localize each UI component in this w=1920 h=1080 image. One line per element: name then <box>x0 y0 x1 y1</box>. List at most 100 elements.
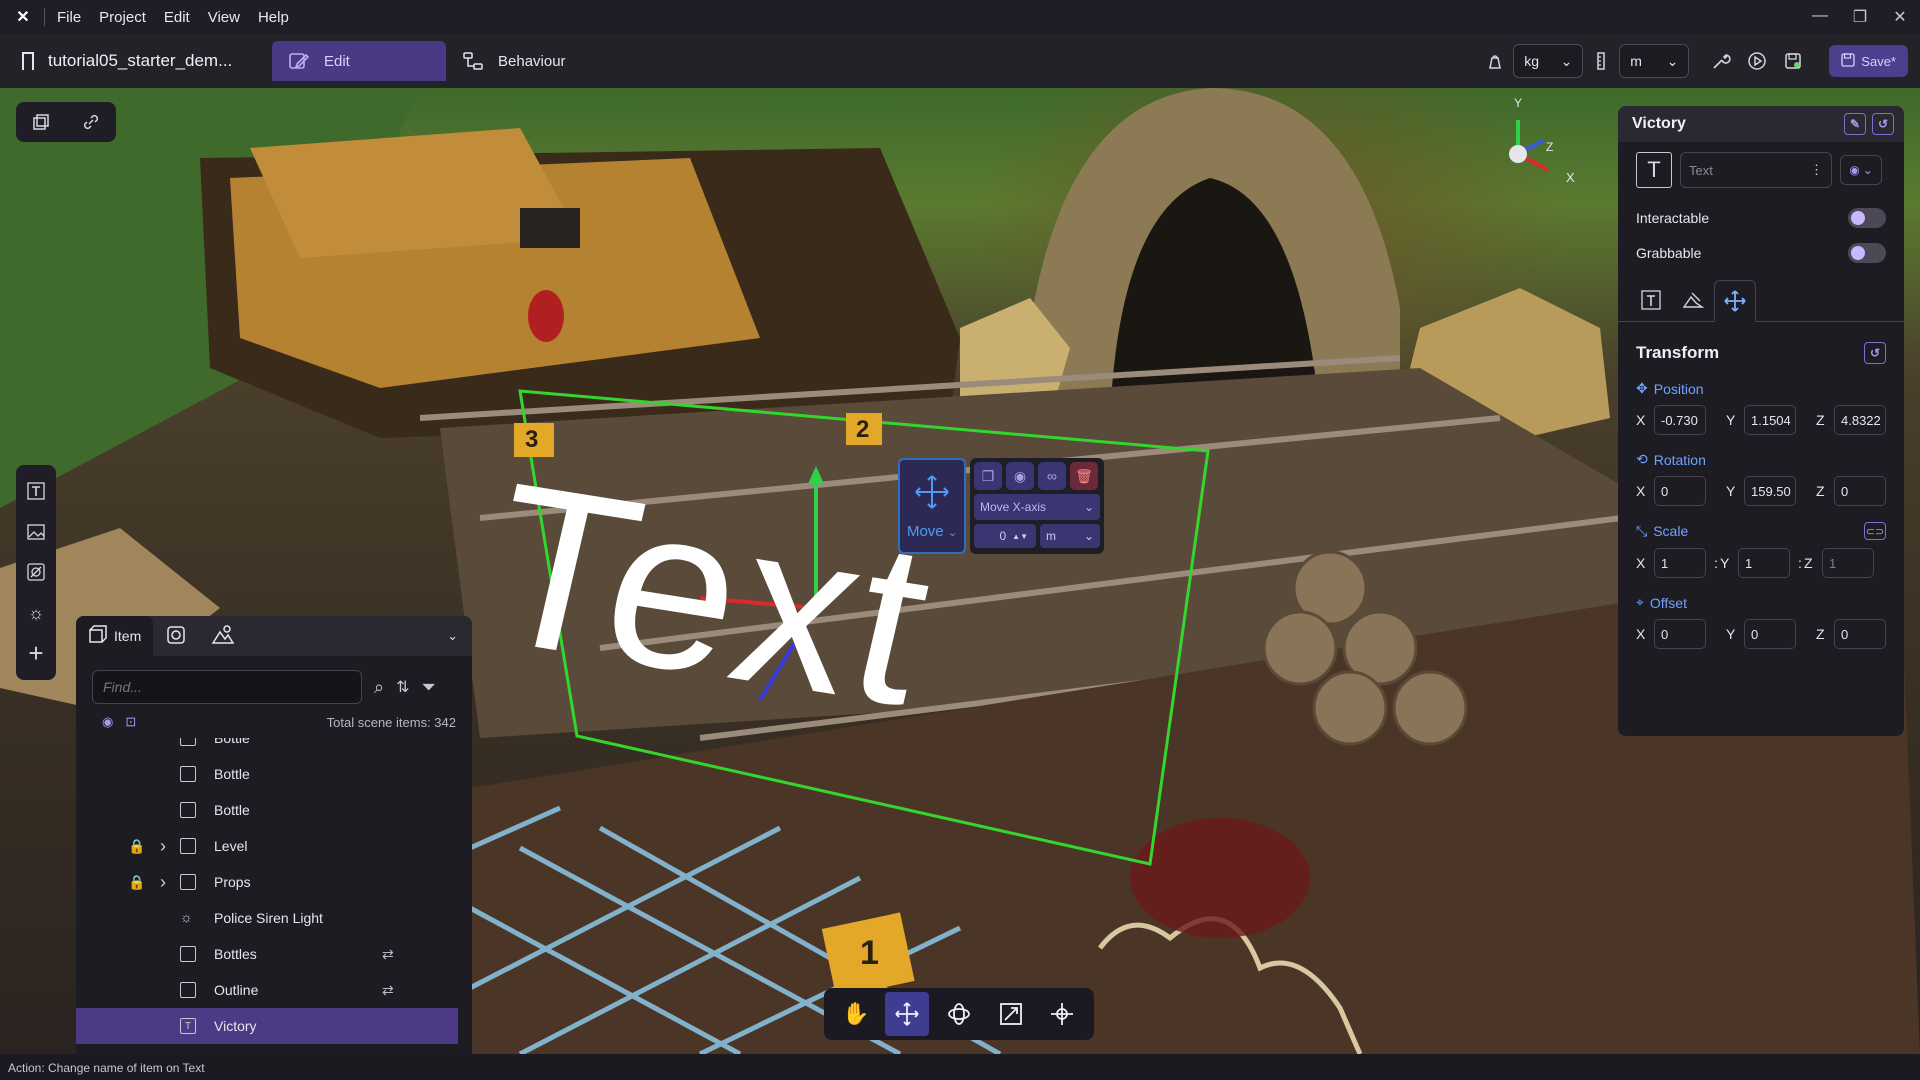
gizmo-x-label[interactable]: X <box>1566 170 1575 185</box>
tab-item[interactable]: Item <box>76 616 154 656</box>
position-y-input[interactable]: 1.1504 <box>1744 405 1796 435</box>
move-unit-select[interactable]: m ⌄ <box>1040 524 1100 548</box>
lock-icon[interactable]: 🔒 <box>128 838 145 855</box>
rotate-tool-icon[interactable] <box>937 992 981 1036</box>
tab-physics[interactable] <box>153 616 199 656</box>
search-icon[interactable]: ⌕ <box>374 677 384 698</box>
evidence-marker-1[interactable]: 1 <box>860 934 879 973</box>
rotation-z-input[interactable]: 0 <box>1834 476 1886 506</box>
delete-icon[interactable]: 🗑 <box>1070 462 1098 490</box>
tab-behaviour[interactable]: Behaviour <box>446 41 582 81</box>
tab-text-properties[interactable] <box>1630 279 1672 321</box>
save-export-icon[interactable] <box>1775 44 1811 78</box>
tree-row[interactable]: ☼ Police Siren Light <box>76 900 458 936</box>
chevron-right-icon[interactable]: › <box>160 836 166 857</box>
tab-appearance[interactable] <box>1672 279 1714 321</box>
wrench-icon[interactable] <box>1703 44 1739 78</box>
duplicate-icon[interactable] <box>29 110 53 134</box>
offset-x-input[interactable]: 0 <box>1654 619 1706 649</box>
collapse-panel-icon[interactable]: ⌄ <box>447 628 458 644</box>
add-icon[interactable]: + <box>24 638 48 668</box>
tab-environment[interactable] <box>199 616 247 656</box>
move-axis-select[interactable]: Move X-axis ⌄ <box>974 494 1100 520</box>
evidence-marker-3[interactable]: 3 <box>525 426 538 454</box>
visibility-dropdown[interactable]: ◉ ⌄ <box>1840 155 1882 185</box>
behaviour-icon[interactable]: ⇄ <box>382 946 394 963</box>
rename-icon[interactable]: ✎ <box>1844 113 1866 135</box>
move-step-stepper[interactable]: 0 ▲▼ <box>974 524 1036 548</box>
chevron-right-icon[interactable]: › <box>160 872 166 893</box>
tab-transform[interactable] <box>1714 280 1756 322</box>
restore-button[interactable]: ❐ <box>1840 7 1880 27</box>
menu-help[interactable]: Help <box>258 9 289 26</box>
tree-row[interactable]: Bottles ⇄ <box>76 936 458 972</box>
tree-row[interactable]: Bottle <box>76 792 458 828</box>
transform-tool-icon[interactable] <box>1040 992 1084 1036</box>
more-vertical-icon[interactable]: ⋮ <box>1810 162 1823 178</box>
tab-edit[interactable]: Edit <box>272 41 446 81</box>
position-z-input[interactable]: 4.8322 <box>1834 405 1886 435</box>
image-tool-icon[interactable] <box>24 520 48 544</box>
length-unit-select[interactable]: m ⌄ <box>1619 44 1690 78</box>
menu-view[interactable]: View <box>208 9 240 26</box>
offset-y-input[interactable]: 0 <box>1744 619 1796 649</box>
sort-icon[interactable]: ⇅ <box>396 677 409 697</box>
search-input[interactable] <box>92 670 362 704</box>
scale-y-input[interactable]: 1 <box>1738 548 1790 578</box>
menu-edit[interactable]: Edit <box>164 9 190 26</box>
box-item-icon <box>180 982 196 998</box>
rotation-y-input[interactable]: 159.50 <box>1744 476 1796 506</box>
menu-project[interactable]: Project <box>99 9 146 26</box>
filter-icon[interactable]: ⏷ <box>422 677 436 698</box>
rotation-fields: X0 Y 159.50 Z0 <box>1618 468 1904 506</box>
evidence-marker-2[interactable]: 2 <box>856 416 869 444</box>
link-scale-icon[interactable]: ⊂⊃ <box>1864 522 1886 540</box>
chevron-down-icon: ⌄ <box>1083 529 1094 543</box>
light-tool-icon[interactable]: ☼ <box>24 601 48 625</box>
play-icon[interactable] <box>1739 44 1775 78</box>
position-x-input[interactable]: -0.730 <box>1654 405 1706 435</box>
close-button[interactable]: ✕ <box>1880 7 1920 27</box>
offset-z-input[interactable]: 0 <box>1834 619 1886 649</box>
move-mode-button[interactable]: Move ⌄ <box>898 458 966 554</box>
pan-hand-icon[interactable]: ✋ <box>834 992 878 1036</box>
mass-unit-select[interactable]: kg ⌄ <box>1513 44 1584 78</box>
tree-row[interactable]: Bottle <box>76 738 458 756</box>
status-text: Action: Change name of item on Text <box>8 1061 205 1075</box>
lock-filter-icon[interactable]: ⊡ <box>125 714 136 730</box>
interactable-toggle[interactable] <box>1848 207 1886 228</box>
gizmo-z-label[interactable]: Z <box>1546 140 1553 154</box>
scale-x-input[interactable]: 1 <box>1654 548 1706 578</box>
move-tool-icon[interactable] <box>885 992 930 1036</box>
tree-row[interactable]: Outline ⇄ <box>76 972 458 1008</box>
item-type-field[interactable]: Text ⋮ <box>1680 152 1832 188</box>
link-icon[interactable]: ∞ <box>1038 462 1066 490</box>
rotation-x-input[interactable]: 0 <box>1654 476 1706 506</box>
scale-tool-icon[interactable] <box>989 992 1033 1036</box>
minimize-button[interactable]: — <box>1800 7 1840 27</box>
behaviour-icon[interactable]: ⇄ <box>382 982 394 999</box>
tree-row[interactable]: 🔒 › Level <box>76 828 458 864</box>
save-button[interactable]: Save* <box>1829 45 1908 77</box>
reset-icon[interactable]: ↺ <box>1872 113 1894 135</box>
tree-row[interactable]: T Victory <box>76 1008 458 1044</box>
tree-item-name: Outline <box>214 982 259 998</box>
text-tool-icon[interactable] <box>24 479 48 503</box>
grabbable-toggle[interactable] <box>1848 242 1886 263</box>
bookmark-icon[interactable] <box>22 52 34 70</box>
scale-z-input[interactable]: 1 <box>1822 548 1874 578</box>
material-tool-icon[interactable] <box>24 560 48 584</box>
tree-row[interactable]: 🔒 › Props <box>76 864 458 900</box>
lock-icon[interactable]: 🔒 <box>128 874 145 891</box>
menu-file[interactable]: File <box>57 9 81 26</box>
visibility-filter-icon[interactable]: ◉ <box>102 714 113 730</box>
move-icon: ✥ <box>1636 380 1648 396</box>
reset-transform-icon[interactable]: ↺ <box>1864 342 1886 364</box>
tree-row[interactable]: Bottle <box>76 756 458 792</box>
copy-icon[interactable]: ❐ <box>974 462 1002 490</box>
save-button-label: Save* <box>1861 53 1896 69</box>
link-icon[interactable] <box>79 110 103 134</box>
window-controls: — ❐ ✕ <box>1800 7 1920 27</box>
visibility-icon[interactable]: ◉ <box>1006 462 1034 490</box>
gizmo-y-label[interactable]: Y <box>1514 96 1522 110</box>
